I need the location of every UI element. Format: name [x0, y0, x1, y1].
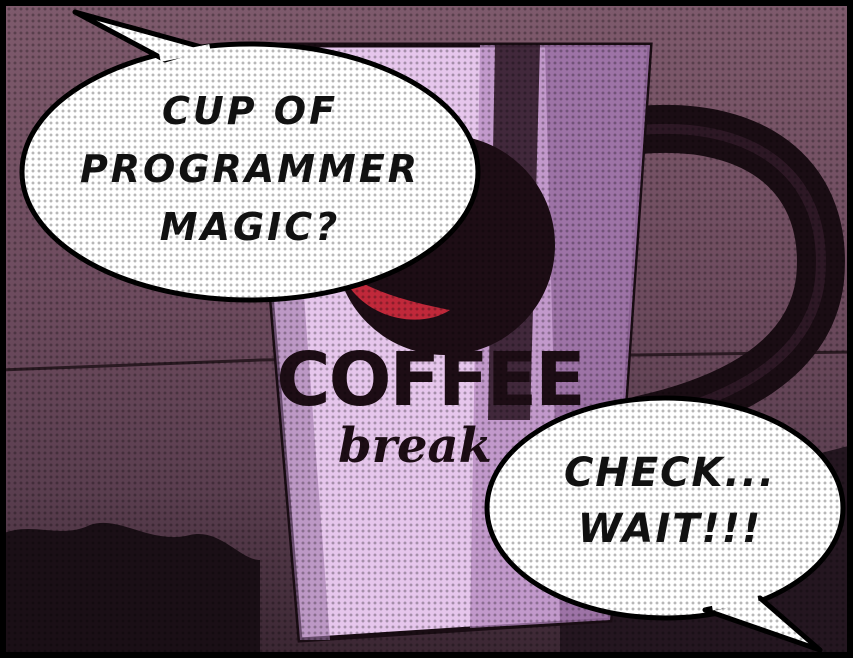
speech-bubble-text-top: CUP OF PROGRAMMER MAGIC? [35, 82, 465, 256]
bubble-line: WAIT!!! [577, 506, 763, 552]
bubble-line: CUP OF [161, 89, 339, 133]
comic-panel: COFFEE break CUP OF PROGRAMMER MAGIC? CH… [0, 0, 853, 658]
bubble-line: CHECK... [563, 450, 777, 496]
bubble-line: PROGRAMMER [79, 147, 421, 191]
bubble-line: MAGIC? [159, 205, 341, 249]
mug-print-script: break [338, 418, 492, 474]
speech-bubble-text-bottom: CHECK... WAIT!!! [505, 445, 835, 557]
shrubs-left [0, 522, 260, 658]
mug-print-word: COFFEE [276, 337, 583, 423]
